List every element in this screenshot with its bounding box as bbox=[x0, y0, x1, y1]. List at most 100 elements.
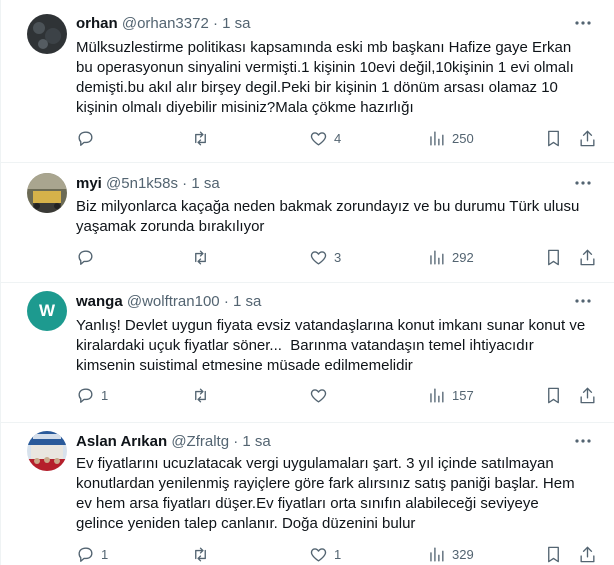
tweet[interactable]: myi @5n1k58s · 1 sa Biz milyonlarca kaça… bbox=[0, 163, 614, 283]
avatar-letter: W bbox=[38, 301, 56, 320]
more-icon bbox=[575, 439, 591, 443]
action-bar: 4 250 bbox=[0, 129, 614, 149]
retweet-icon bbox=[195, 388, 206, 403]
more-options-button[interactable] bbox=[573, 292, 593, 310]
separator-dot: · bbox=[212, 15, 218, 32]
separator-dot: · bbox=[182, 175, 188, 192]
heart-icon bbox=[310, 132, 327, 146]
retweet-button[interactable] bbox=[191, 248, 216, 267]
action-bar: 3 292 bbox=[0, 248, 614, 268]
views-icon bbox=[430, 547, 444, 562]
like-count: 1 bbox=[334, 547, 342, 562]
share-button[interactable] bbox=[578, 248, 597, 267]
more-icon bbox=[575, 181, 591, 185]
like-button[interactable] bbox=[309, 386, 334, 405]
more-options-button[interactable] bbox=[573, 432, 593, 450]
tweet-text: Biz milyonlarca kaçağa neden bakmak zoru… bbox=[76, 198, 584, 235]
share-icon bbox=[580, 130, 595, 147]
user-handle[interactable]: @orhan3372 bbox=[122, 15, 209, 32]
view-count: 157 bbox=[452, 388, 474, 403]
avatar[interactable]: W bbox=[27, 291, 67, 331]
display-name[interactable]: Aslan Arıkan bbox=[76, 433, 167, 450]
avatar[interactable] bbox=[27, 431, 67, 471]
views-icon bbox=[430, 388, 444, 403]
retweet-icon bbox=[195, 547, 206, 562]
bookmark-button[interactable] bbox=[544, 129, 563, 148]
heart-icon bbox=[310, 251, 327, 265]
timestamp[interactable]: 1 sa bbox=[233, 293, 261, 310]
separator-dot: · bbox=[223, 293, 229, 310]
avatar[interactable] bbox=[27, 14, 67, 54]
heart-icon bbox=[310, 548, 327, 562]
reply-button[interactable]: 1 bbox=[76, 545, 108, 564]
separator-dot: · bbox=[233, 433, 239, 450]
view-count: 292 bbox=[452, 250, 474, 265]
retweet-button[interactable] bbox=[191, 129, 216, 148]
timestamp[interactable]: 1 sa bbox=[222, 15, 250, 32]
reply-count: 1 bbox=[101, 388, 109, 403]
bookmark-icon bbox=[548, 387, 559, 404]
views-icon bbox=[430, 250, 444, 265]
tweet[interactable]: W wanga @wolftran100 · 1 sa Yanlış! Devl… bbox=[0, 283, 614, 423]
view-count: 250 bbox=[452, 131, 474, 146]
reply-icon bbox=[78, 388, 93, 403]
share-icon bbox=[580, 546, 595, 563]
share-button[interactable] bbox=[578, 129, 597, 148]
reply-feed: orhan @orhan3372 · 1 sa Mülksuzlestirme … bbox=[0, 0, 614, 565]
views-icon bbox=[430, 131, 444, 146]
bookmark-button[interactable] bbox=[544, 386, 563, 405]
retweet-button[interactable] bbox=[191, 545, 216, 564]
like-button[interactable]: 1 bbox=[309, 545, 341, 564]
more-options-button[interactable] bbox=[573, 174, 593, 192]
views-button[interactable]: 292 bbox=[427, 248, 474, 267]
tweet-header: myi @5n1k58s · 1 sa bbox=[76, 175, 220, 193]
display-name[interactable]: wanga bbox=[76, 293, 123, 310]
tweet-text: Mülksuzlestirme politikası kapsamında es… bbox=[76, 39, 578, 116]
reply-count: 1 bbox=[101, 547, 109, 562]
like-count: 4 bbox=[334, 131, 342, 146]
share-button[interactable] bbox=[578, 386, 597, 405]
reply-icon bbox=[78, 250, 93, 265]
tweet[interactable]: orhan @orhan3372 · 1 sa Mülksuzlestirme … bbox=[0, 0, 614, 163]
tweet-header: wanga @wolftran100 · 1 sa bbox=[76, 293, 261, 311]
views-button[interactable]: 250 bbox=[427, 129, 474, 148]
reply-button[interactable]: 1 bbox=[76, 386, 108, 405]
like-button[interactable]: 4 bbox=[309, 129, 341, 148]
heart-icon bbox=[310, 389, 327, 403]
more-icon bbox=[575, 299, 591, 303]
user-handle[interactable]: @Zfraltg bbox=[171, 433, 229, 450]
tweet-text: Yanlış! Devlet uygun fiyata evsiz vatand… bbox=[76, 317, 590, 374]
reply-button[interactable] bbox=[76, 129, 101, 148]
action-bar: 1 1 329 bbox=[0, 545, 614, 565]
share-button[interactable] bbox=[578, 545, 597, 564]
timestamp[interactable]: 1 sa bbox=[242, 433, 270, 450]
bookmark-button[interactable] bbox=[544, 248, 563, 267]
tweet-header: orhan @orhan3372 · 1 sa bbox=[76, 15, 251, 33]
left-border bbox=[0, 0, 1, 565]
display-name[interactable]: myi bbox=[76, 175, 102, 192]
retweet-button[interactable] bbox=[191, 386, 216, 405]
like-button[interactable]: 3 bbox=[309, 248, 341, 267]
user-handle[interactable]: @5n1k58s bbox=[106, 175, 178, 192]
bookmark-icon bbox=[548, 130, 559, 147]
bookmark-icon bbox=[548, 546, 559, 563]
more-icon bbox=[575, 21, 591, 25]
like-count: 3 bbox=[334, 250, 342, 265]
retweet-icon bbox=[195, 250, 206, 265]
views-button[interactable]: 157 bbox=[427, 386, 474, 405]
user-handle[interactable]: @wolftran100 bbox=[127, 293, 220, 310]
reply-icon bbox=[78, 547, 93, 562]
action-bar: 1 157 bbox=[0, 386, 614, 406]
more-options-button[interactable] bbox=[573, 14, 593, 32]
timestamp[interactable]: 1 sa bbox=[191, 175, 219, 192]
share-icon bbox=[580, 249, 595, 266]
retweet-icon bbox=[195, 131, 206, 146]
display-name[interactable]: orhan bbox=[76, 15, 118, 32]
avatar[interactable] bbox=[27, 173, 67, 213]
share-icon bbox=[580, 387, 595, 404]
bookmark-button[interactable] bbox=[544, 545, 563, 564]
views-button[interactable]: 329 bbox=[427, 545, 474, 564]
tweet-text: Ev fiyatlarını ucuzlatacak vergi uygulam… bbox=[76, 455, 579, 532]
tweet[interactable]: Aslan Arıkan @Zfraltg · 1 sa Ev fiyatlar… bbox=[0, 423, 614, 565]
reply-button[interactable] bbox=[76, 248, 101, 267]
